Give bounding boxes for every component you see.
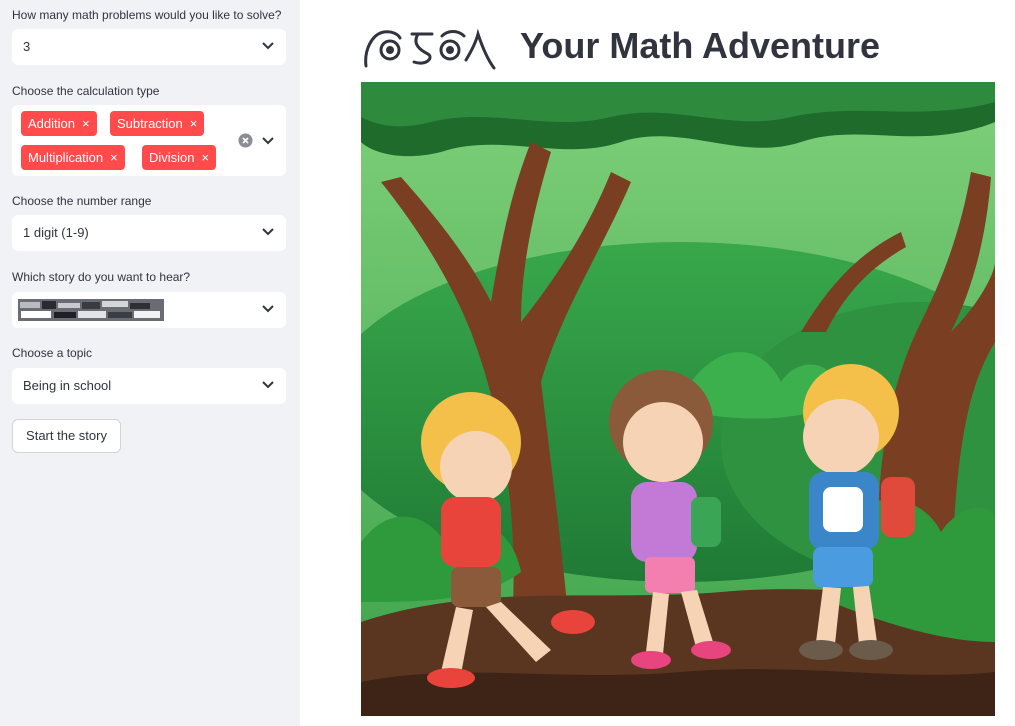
page-title-text: Your Math Adventure — [520, 25, 881, 66]
problems-select[interactable]: 3 — [12, 29, 286, 65]
remove-tag-icon[interactable]: × — [110, 150, 118, 165]
story-label: Which story do you want to hear? — [12, 270, 191, 284]
tag-label: Multiplication — [28, 150, 104, 165]
story-select[interactable] — [12, 292, 286, 328]
chevron-down-icon — [262, 137, 274, 145]
tag-label: Division — [149, 150, 195, 165]
chevron-down-icon — [262, 305, 274, 313]
range-select[interactable]: 1 digit (1-9) — [12, 215, 286, 251]
kids-hiking-illustration — [361, 82, 995, 716]
chevron-down-icon — [262, 381, 274, 389]
clear-all-icon[interactable] — [238, 133, 253, 148]
calc-type-label: Choose the calculation type — [12, 84, 160, 98]
calc-type-multiselect[interactable]: Addition × Subtraction × Multiplication × D… — [12, 105, 286, 176]
title-emoji-icon — [364, 28, 496, 70]
tag-subtraction[interactable]: Subtraction × — [110, 111, 205, 136]
tag-label: Subtraction — [117, 116, 183, 131]
range-label: Choose the number range — [12, 194, 152, 208]
hero-image — [361, 82, 995, 716]
topic-value: Being in school — [23, 378, 112, 393]
remove-tag-icon[interactable]: × — [82, 116, 90, 131]
tag-multiplication[interactable]: Multiplication × — [21, 145, 125, 170]
topic-label: Choose a topic — [12, 346, 93, 360]
redacted-value-icon — [18, 299, 164, 321]
sidebar: How many math problems would you like to… — [0, 0, 300, 726]
tag-addition[interactable]: Addition × — [21, 111, 97, 136]
remove-tag-icon[interactable]: × — [202, 150, 210, 165]
tag-label: Addition — [28, 116, 75, 131]
chevron-down-icon — [262, 228, 274, 236]
page-title: Your Math Adventure — [362, 20, 880, 72]
problems-value: 3 — [23, 39, 31, 54]
remove-tag-icon[interactable]: × — [190, 116, 198, 131]
chevron-down-icon — [262, 42, 274, 50]
range-value: 1 digit (1-9) — [23, 225, 89, 240]
start-story-button[interactable]: Start the story — [12, 419, 121, 453]
topic-select[interactable]: Being in school — [12, 368, 286, 404]
problems-label: How many math problems would you like to… — [12, 8, 282, 22]
tag-division[interactable]: Division × — [142, 145, 217, 170]
